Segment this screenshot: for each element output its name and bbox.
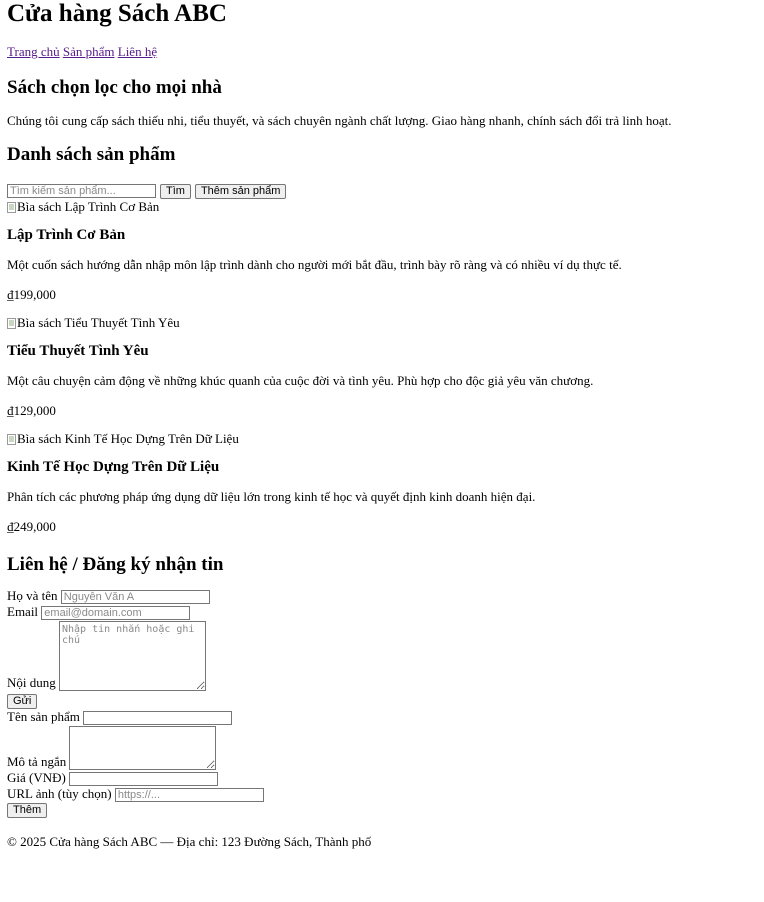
product-image: Bìa sách Tiểu Thuyết Tình Yêu [7,316,757,330]
product-image-alt: Bìa sách Kinh Tế Học Dựng Trên Dữ Liệu [17,431,239,446]
message-label: Nội dung [7,675,56,690]
email-label: Email [7,604,39,619]
product-image: Bìa sách Kinh Tế Học Dựng Trên Dữ Liệu [7,432,757,446]
product-name-input[interactable] [83,711,233,725]
product-title: Lập Trình Cơ Bản [7,227,126,243]
product-description: Phân tích các phương pháp ứng dụng dữ li… [7,489,536,504]
product-desc-label: Mô tả ngắn [7,754,67,769]
nav-link-products[interactable]: Sản phẩm [63,44,115,59]
footer: © 2025 Cửa hàng Sách ABC — Địa chỉ: 123 … [7,834,757,850]
site-title: Cửa hàng Sách ABC [7,0,227,27]
name-label: Họ và tên [7,588,58,603]
product-card: Bìa sách Tiểu Thuyết Tình Yêu Tiểu Thuyế… [7,316,757,419]
search-button[interactable]: Tìm [160,183,191,199]
nav-link-home[interactable]: Trang chủ [7,44,60,59]
search-input[interactable] [7,184,156,198]
send-button[interactable]: Gửi [7,694,38,709]
contact-form: Họ và tên Email Nội dung Gửi [7,588,757,709]
product-description: Một câu chuyện cảm động về những khúc qu… [7,373,594,388]
search-bar: Tìm Thêm sản phẩm [7,183,757,199]
message-textarea[interactable] [59,621,206,691]
product-desc-textarea[interactable] [69,726,217,770]
image-url-input[interactable] [114,788,264,802]
product-title: Tiểu Thuyết Tình Yêu [7,343,149,359]
name-input[interactable] [60,590,210,604]
add-product-button[interactable]: Thêm sản phẩm [194,183,287,199]
product-price: ₫129,000 [7,403,56,418]
product-card: Bìa sách Kinh Tế Học Dựng Trên Dữ Liệu K… [7,432,757,535]
product-image-alt: Bìa sách Tiểu Thuyết Tình Yêu [17,315,180,330]
product-name-label: Tên sản phẩm [7,709,80,724]
hero-text: Chúng tôi cung cấp sách thiếu nhi, tiểu … [7,113,672,128]
email-input[interactable] [41,606,191,620]
product-price: ₫199,000 [7,287,56,302]
product-image-alt: Bìa sách Lập Trình Cơ Bản [17,199,160,214]
footer-text: © 2025 Cửa hàng Sách ABC — Địa chỉ: 123 … [7,834,372,849]
image-url-label: URL ảnh (tùy chọn) [7,786,112,801]
broken-image-icon [7,433,16,445]
add-button[interactable]: Thêm [7,803,48,818]
broken-image-icon [7,317,16,329]
price-input[interactable] [69,772,219,786]
add-product-form: Tên sản phẩm Mô tả ngắn Giá (VNĐ) URL ản… [7,709,757,818]
price-label: Giá (VNĐ) [7,770,66,785]
products-heading: Danh sách sản phẩm [7,144,176,165]
main-nav: Trang chủ Sản phẩm Liên hệ [7,44,757,59]
hero-heading: Sách chọn lọc cho mọi nhà [7,77,222,98]
broken-image-icon [7,201,16,213]
nav-link-contact[interactable]: Liên hệ [118,44,157,59]
product-price: ₫249,000 [7,519,56,534]
product-description: Một cuốn sách hướng dẫn nhập môn lập trì… [7,257,622,272]
product-title: Kinh Tế Học Dựng Trên Dữ Liệu [7,459,220,475]
product-image: Bìa sách Lập Trình Cơ Bản [7,200,757,214]
contact-heading: Liên hệ / Đăng ký nhận tin [7,554,224,575]
product-card: Bìa sách Lập Trình Cơ Bản Lập Trình Cơ B… [7,200,757,303]
